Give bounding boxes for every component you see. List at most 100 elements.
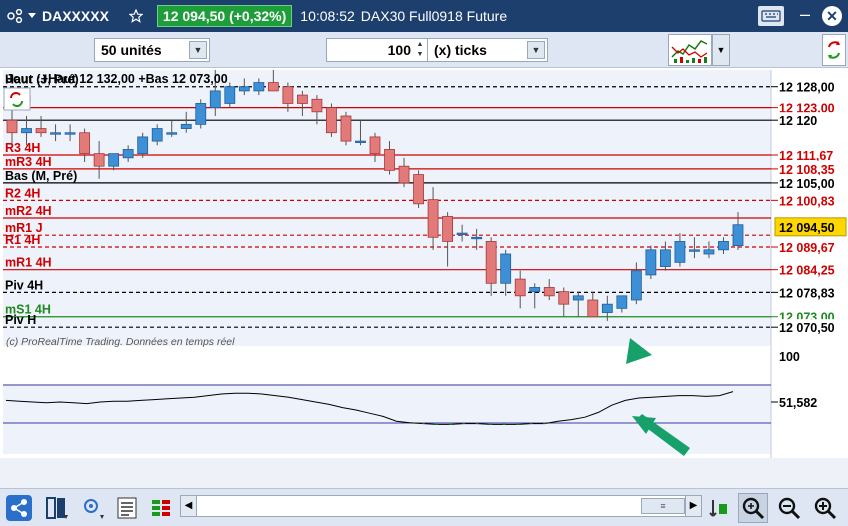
candle[interactable] xyxy=(35,128,47,134)
candle[interactable] xyxy=(572,295,584,301)
layout-button[interactable] xyxy=(42,493,72,523)
indicators-button[interactable] xyxy=(668,34,712,66)
candle[interactable] xyxy=(122,149,134,159)
candle[interactable] xyxy=(427,199,439,238)
candle[interactable] xyxy=(50,132,61,135)
candle[interactable] xyxy=(616,295,628,309)
candle[interactable] xyxy=(238,86,250,92)
candle[interactable] xyxy=(64,132,76,135)
candle[interactable] xyxy=(79,132,90,155)
price-chart[interactable]: Haut (J, Pré)R1 JR3 4HmR3 4HBas (M, Pré)… xyxy=(0,68,848,458)
candle[interactable] xyxy=(718,241,729,251)
scroll-thumb[interactable]: ≡ xyxy=(641,498,685,514)
list-button[interactable] xyxy=(112,493,142,523)
candle[interactable] xyxy=(282,86,294,104)
price-axis-label: 12 105,00 xyxy=(779,177,835,191)
price-axis-label: 12 078,83 xyxy=(779,286,835,300)
link-icon[interactable] xyxy=(4,5,26,27)
candle[interactable] xyxy=(674,241,686,263)
horizontal-scrollbar[interactable]: ◀ ≡ ▶ xyxy=(180,495,702,517)
units-select[interactable]: 50 unités ▼ xyxy=(94,38,210,62)
candle[interactable] xyxy=(151,128,163,142)
candle[interactable] xyxy=(514,278,526,297)
zoom-out-button[interactable] xyxy=(774,493,804,523)
settings-button[interactable] xyxy=(78,493,108,523)
scroll-left-button[interactable]: ◀ xyxy=(181,496,197,516)
price-panel xyxy=(3,70,771,346)
ticks-value: (x) ticks xyxy=(434,42,487,58)
refresh-icon[interactable] xyxy=(3,87,31,111)
price-axis-label: 12 089,67 xyxy=(779,241,835,255)
quantity-stepper[interactable]: ▲ ▼ xyxy=(414,40,426,60)
symbol-label[interactable]: DAXXXXX xyxy=(42,8,109,24)
price-axis-label: 12 128,00 xyxy=(779,81,835,95)
candle[interactable] xyxy=(660,249,671,267)
price-axis-label: 12 120 xyxy=(779,114,817,128)
ticks-select[interactable]: (x) ticks ▼ xyxy=(428,38,548,62)
candle[interactable] xyxy=(485,241,497,284)
bars-button[interactable] xyxy=(146,493,176,523)
candle[interactable] xyxy=(296,94,308,104)
candle[interactable] xyxy=(340,115,352,142)
units-value: 50 unités xyxy=(101,42,162,58)
keyboard-icon[interactable] xyxy=(758,6,784,26)
candle[interactable] xyxy=(355,140,366,143)
cursor-button[interactable] xyxy=(704,493,734,523)
candle[interactable] xyxy=(543,287,555,297)
zoom-fit-button[interactable] xyxy=(738,493,768,523)
level-label: Piv H xyxy=(5,313,36,327)
bottom-toolbar: ◀ ≡ ▶ xyxy=(0,488,848,526)
candle[interactable] xyxy=(180,123,192,129)
candle[interactable] xyxy=(587,299,599,318)
candle[interactable] xyxy=(558,291,570,305)
level-label: Piv 4H xyxy=(5,278,43,292)
candle[interactable] xyxy=(369,136,381,155)
price-axis-label: 12 070,50 xyxy=(779,321,835,335)
share-button[interactable] xyxy=(4,493,34,523)
candle[interactable] xyxy=(645,249,657,276)
candle[interactable] xyxy=(6,119,18,134)
refresh-icon[interactable] xyxy=(822,34,846,66)
candle[interactable] xyxy=(209,90,221,109)
scroll-right-button[interactable]: ▶ xyxy=(685,496,701,516)
candle[interactable] xyxy=(253,82,265,92)
chart-header: Jour :+Haut 12 132,00 +Bas 12 073,00 xyxy=(6,72,228,86)
indicator-value: 51,582 xyxy=(779,396,817,410)
candle[interactable] xyxy=(267,82,279,92)
chevron-down-icon[interactable] xyxy=(26,5,38,27)
candle[interactable] xyxy=(413,174,424,205)
candle[interactable] xyxy=(137,136,149,155)
star-icon[interactable] xyxy=(125,5,147,27)
candle[interactable] xyxy=(630,270,642,301)
candle[interactable] xyxy=(689,249,700,252)
minimize-button[interactable]: – xyxy=(796,5,814,26)
candle[interactable] xyxy=(601,303,613,313)
candle[interactable] xyxy=(529,287,541,293)
candle[interactable] xyxy=(500,253,512,284)
level-label: R3 4H xyxy=(5,141,40,155)
candle[interactable] xyxy=(326,107,337,134)
candle[interactable] xyxy=(384,149,395,171)
chevron-down-icon[interactable]: ▼ xyxy=(527,41,545,59)
price-axis-label: 12 100,83 xyxy=(779,194,835,208)
close-button[interactable]: ✕ xyxy=(822,6,842,26)
candle[interactable] xyxy=(21,128,32,134)
level-label: mR1 4H xyxy=(5,256,52,270)
candle[interactable] xyxy=(93,153,105,167)
quantity-input[interactable]: 100 ▲ ▼ xyxy=(326,38,428,62)
candle[interactable] xyxy=(166,132,178,135)
candle[interactable] xyxy=(456,232,468,235)
chevron-down-icon[interactable]: ▼ xyxy=(712,34,730,66)
candle[interactable] xyxy=(732,224,744,247)
candle[interactable] xyxy=(224,86,236,104)
candle[interactable] xyxy=(471,236,483,240)
current-price-label: 12 094,50 xyxy=(779,221,835,235)
candle[interactable] xyxy=(195,103,207,125)
candle[interactable] xyxy=(703,249,715,255)
candle[interactable] xyxy=(311,98,323,113)
chevron-down-icon[interactable]: ▼ xyxy=(189,41,207,59)
zoom-in-button[interactable] xyxy=(810,493,840,523)
candle[interactable] xyxy=(442,215,454,242)
candle[interactable] xyxy=(398,165,410,184)
candle[interactable] xyxy=(108,153,120,167)
